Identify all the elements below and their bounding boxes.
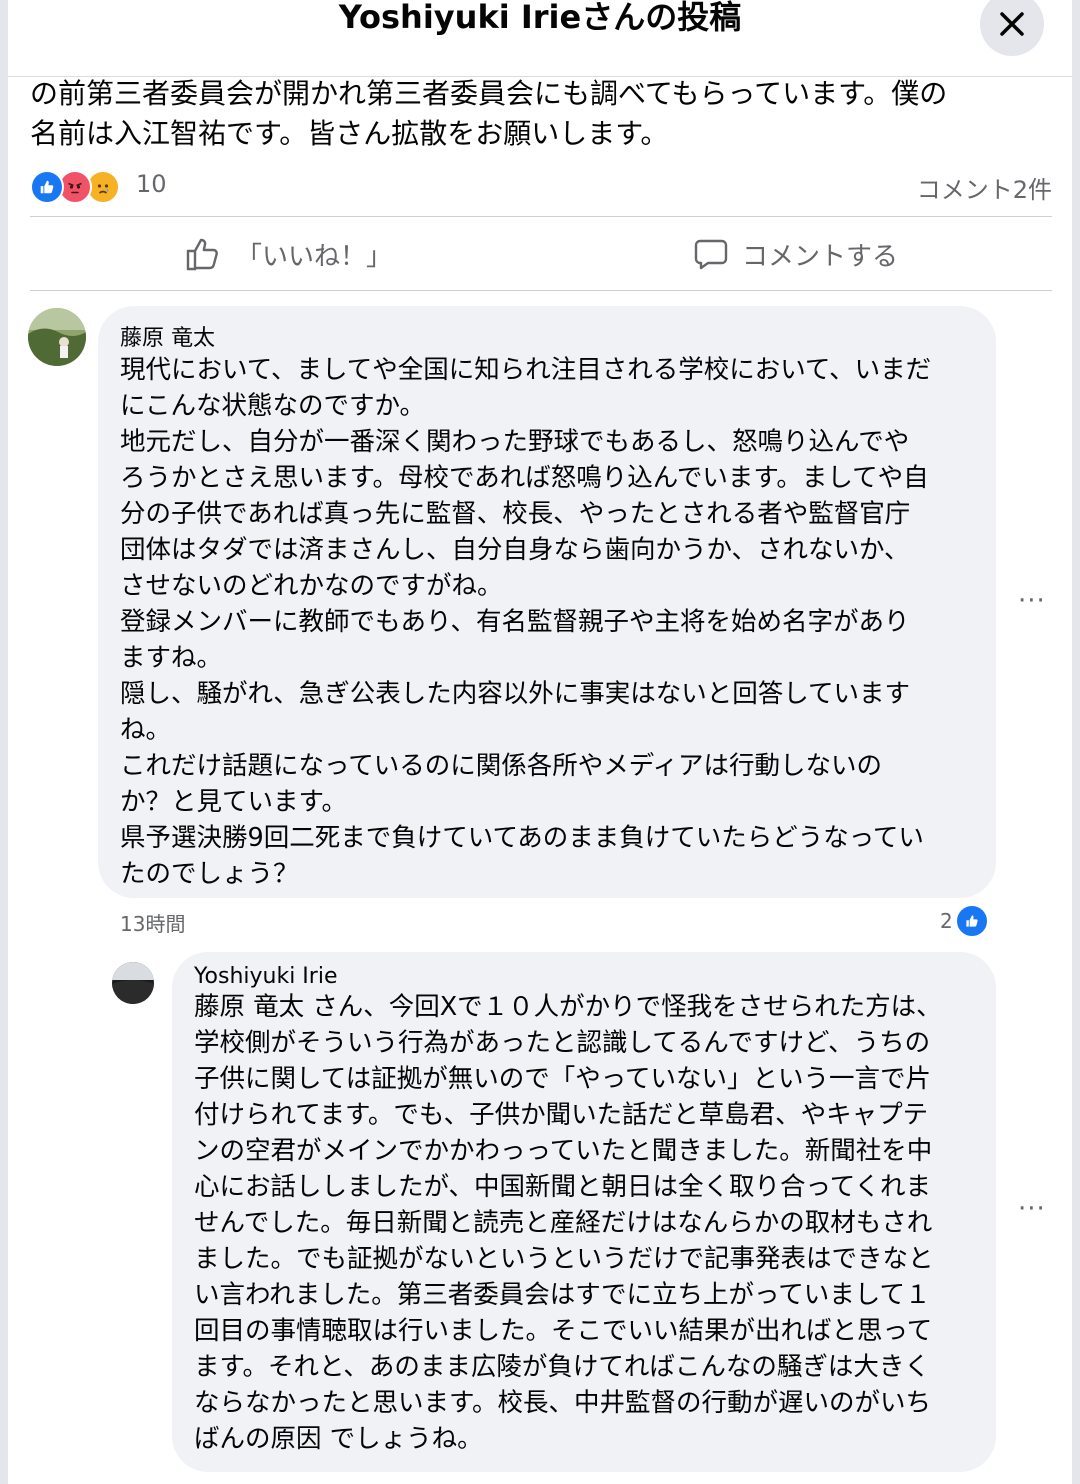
avatar-photo — [112, 962, 154, 1004]
like-button-label: 「いいね！」 — [236, 241, 393, 272]
comment-button-label: コメントする — [742, 241, 899, 272]
comment-timestamp[interactable]: 13時間 — [120, 908, 185, 937]
reaction-count: 10 — [136, 170, 167, 198]
like-reaction-icon — [30, 170, 64, 204]
dialog-title: Yoshiyuki Irieさんの投稿 — [338, 0, 742, 36]
post-actions: 「いいね！」 コメントする — [30, 222, 1052, 286]
like-badge-icon — [954, 904, 989, 938]
post-text-line: の前第三者委員会が開かれ第三者委員会にも調べてもらっています。僕の — [30, 77, 948, 110]
divider — [30, 290, 1052, 291]
like-button[interactable]: 「いいね！」 — [186, 232, 392, 276]
avatar[interactable] — [112, 962, 154, 1004]
reply-bubble: Yoshiyuki Irie 藤原 竜太 さん、今回Xで１０人がかりで怪我をさせ… — [172, 952, 996, 1472]
comment-icon — [694, 239, 728, 270]
dialog-header: Yoshiyuki Irieさんの投稿 — [8, 0, 1072, 77]
reaction-icons — [30, 170, 130, 206]
divider — [30, 216, 1052, 217]
comment-text: 現代において、ましてや全国に知られ注目される学校において、いまだ にこんな状態な… — [120, 355, 932, 889]
post-text-line: 名前は入江智祐です。皆さん拡散をお願いします。 — [30, 117, 669, 150]
avatar[interactable] — [28, 308, 86, 366]
post-dialog: Yoshiyuki Irieさんの投稿 の前第三者委員会が開かれ第三者委員会にも… — [8, 0, 1072, 1484]
more-options-icon[interactable]: ··· — [1018, 1194, 1046, 1224]
post-body: の前第三者委員会が開かれ第三者委員会にも調べてもらっています。僕の 名前は入江智… — [30, 74, 1050, 154]
avatar-photo — [28, 308, 86, 366]
comment-text: 藤原 竜太 さん、今回Xで１０人がかりで怪我をさせられた方は、 学校側がそういう… — [194, 992, 942, 1454]
comment-bubble: 藤原 竜太 現代において、ましてや全国に知られ注目される学校において、いまだ に… — [98, 306, 996, 898]
comment-button[interactable]: コメントする — [694, 232, 898, 276]
close-button[interactable] — [980, 0, 1044, 56]
comment-like-number: 2 — [940, 909, 953, 933]
close-icon — [1000, 12, 1024, 36]
comment-count-link[interactable]: コメント2件 — [917, 170, 1052, 205]
comment-author[interactable]: 藤原 竜太 — [120, 320, 974, 352]
comment-author[interactable]: Yoshiyuki Irie — [194, 964, 974, 989]
thumbs-up-icon — [186, 238, 218, 271]
more-options-icon[interactable]: ··· — [1018, 586, 1046, 616]
comment-like-count[interactable]: 2 — [940, 904, 989, 938]
reaction-summary[interactable]: 10 コメント2件 — [30, 168, 1052, 208]
